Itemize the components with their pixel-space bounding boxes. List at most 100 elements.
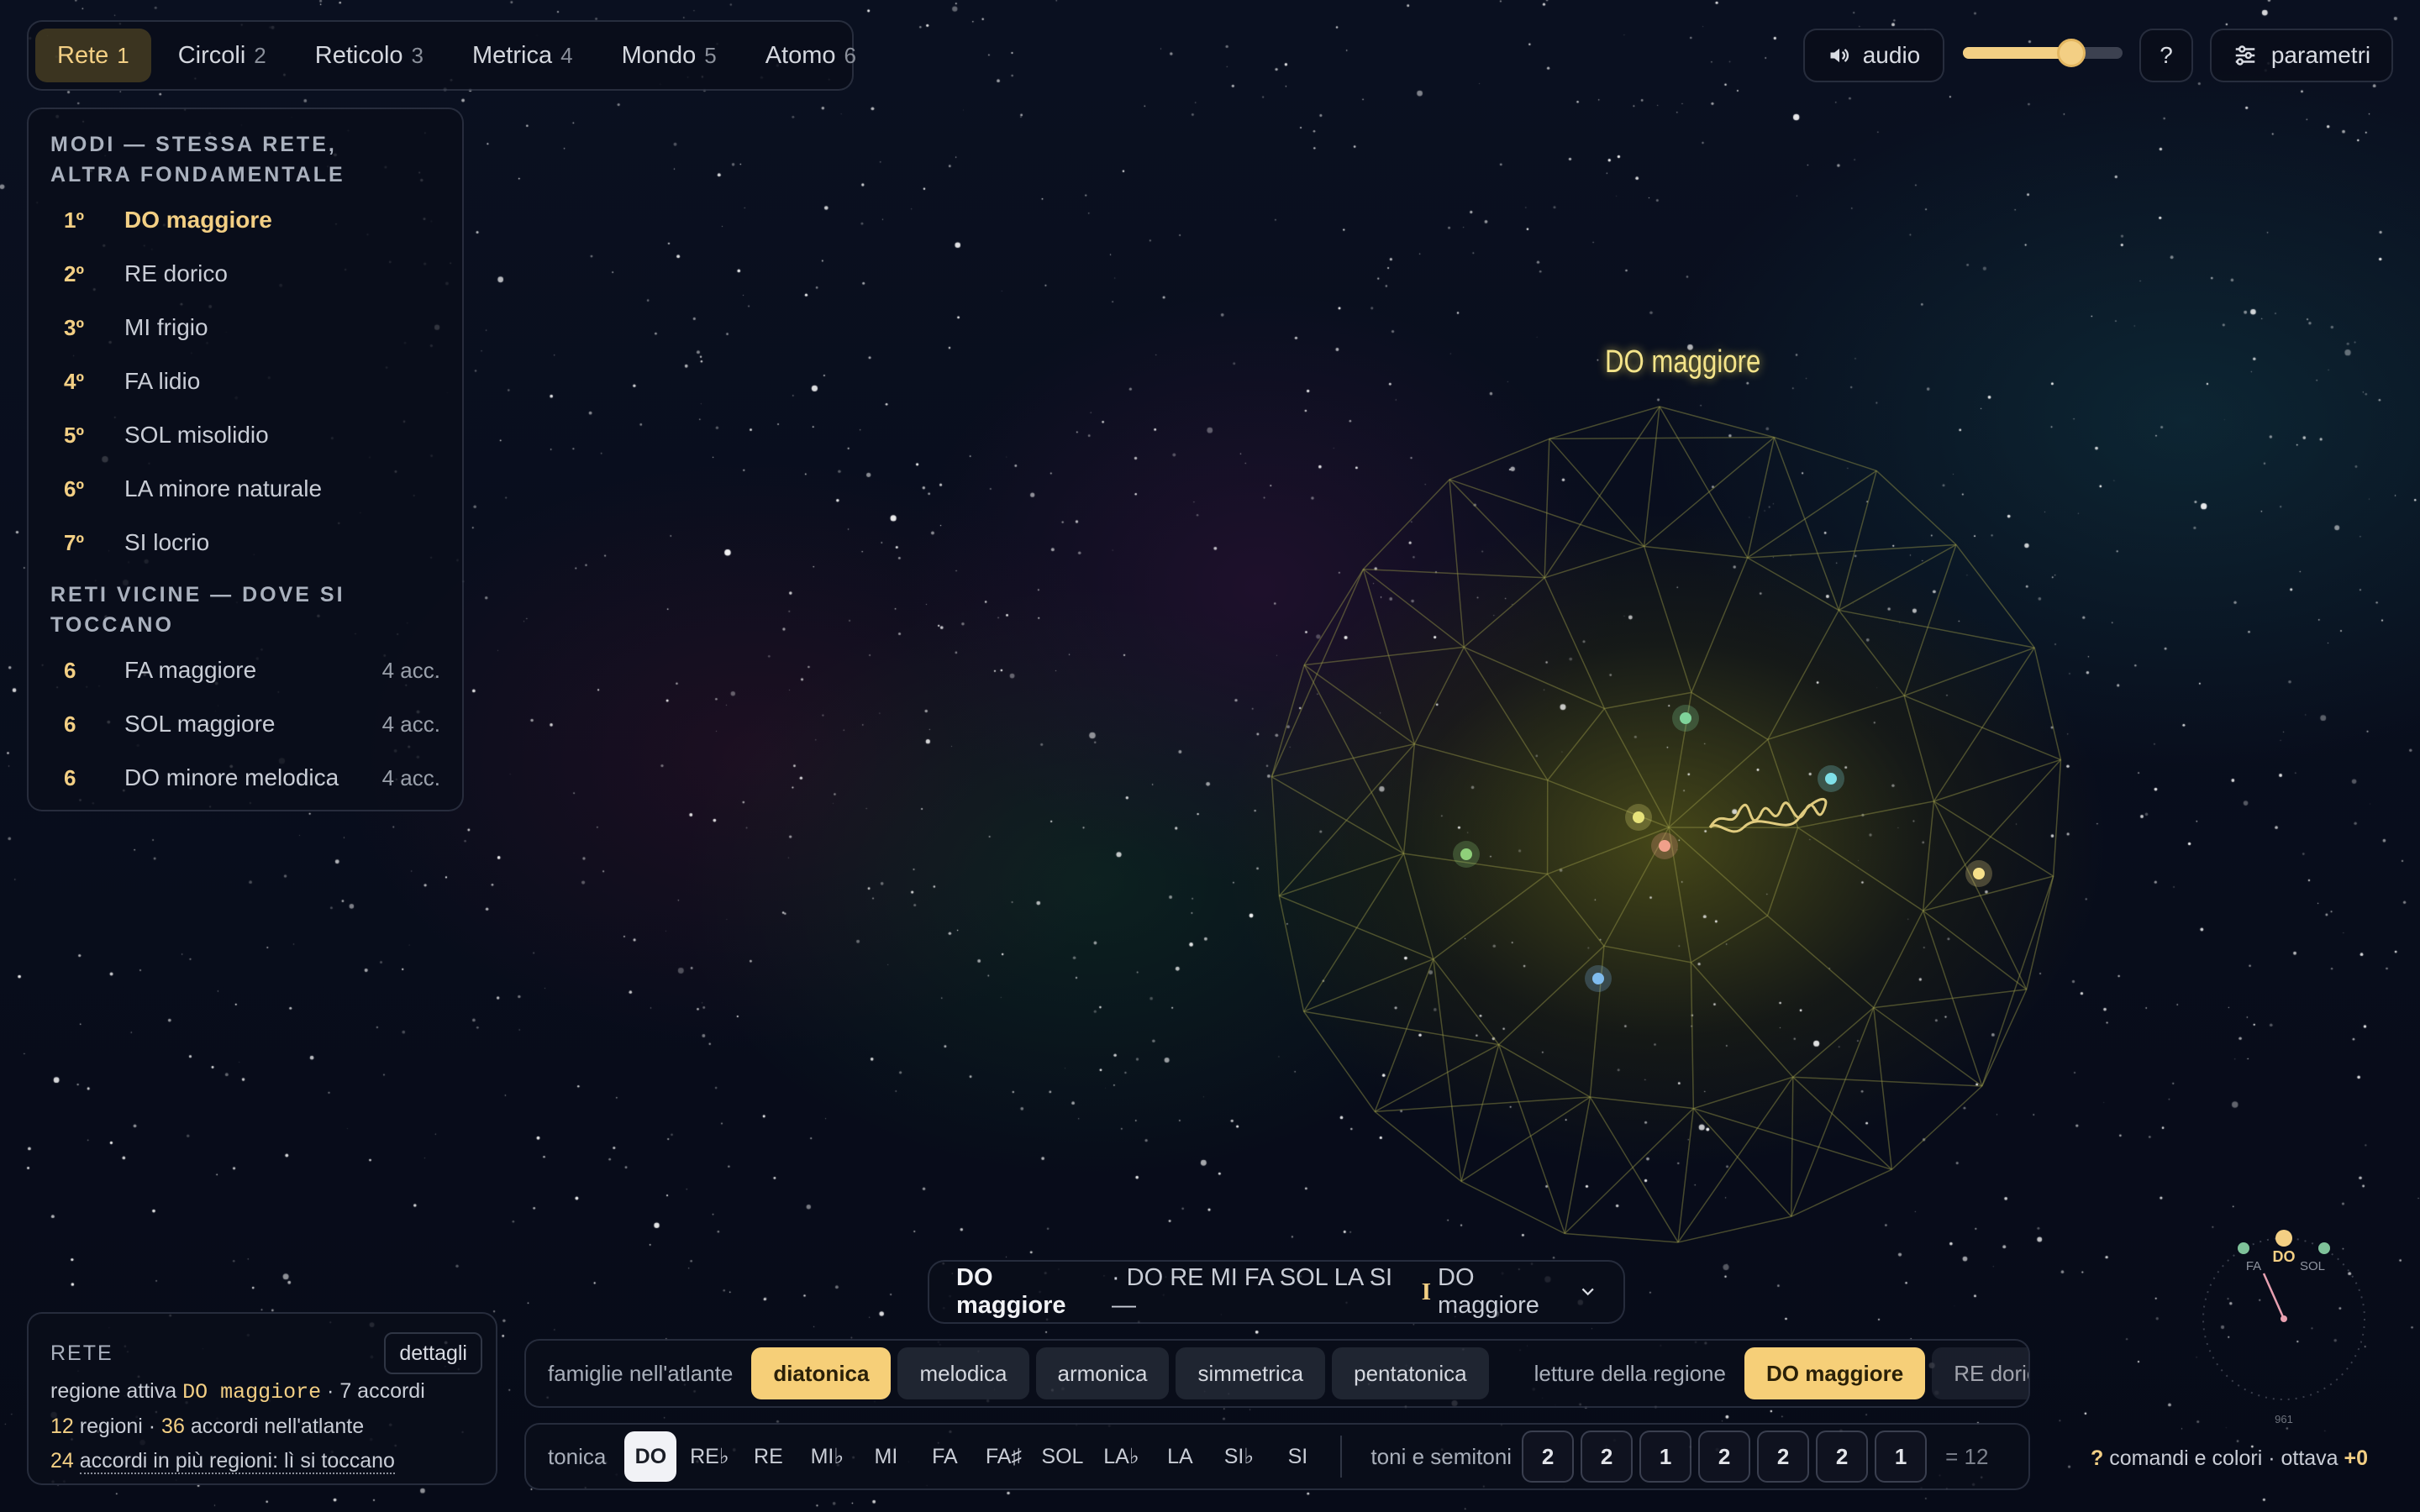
scale-notes: · DO RE MI FA SOL LA SI —: [1111, 1264, 1393, 1319]
neighbor-name: DO minore melodica: [124, 764, 339, 790]
chords-count: 36: [161, 1415, 185, 1438]
chords-text: accordi nell'atlante: [190, 1415, 365, 1438]
network-card-title: RETE: [50, 1341, 113, 1365]
tonic-note-fa[interactable]: FA: [918, 1431, 971, 1482]
modes-panel: MODI — STESSA RETE, ALTRA FONDAMENTALE 1…: [27, 108, 464, 811]
network-info-card: RETE dettagli regione attiva DO maggiore…: [27, 1312, 497, 1485]
chord-node[interactable]: [1825, 773, 1837, 785]
mode-name: RE dorico: [124, 260, 228, 286]
shared-chords-link[interactable]: accordi in più regioni: lì si toccano: [79, 1449, 395, 1474]
compass-node-fa[interactable]: [2238, 1242, 2249, 1254]
mode-name: DO maggiore: [124, 207, 272, 233]
mode-item[interactable]: 6º LA minore naturale: [50, 462, 440, 516]
mode-degree: 2º: [64, 260, 84, 286]
tonic-note-mi[interactable]: MI: [860, 1431, 912, 1482]
parameters-button[interactable]: parametri: [2210, 29, 2393, 82]
tab-key: 1: [117, 42, 129, 68]
shared-chords-line[interactable]: 24 accordi in più regioni: lì si toccano: [50, 1444, 474, 1478]
divider: [1340, 1436, 1343, 1478]
mode-item[interactable]: 1º DO maggiore: [50, 193, 440, 247]
parameters-label: parametri: [2270, 42, 2371, 68]
volume-slider[interactable]: [1963, 39, 2123, 67]
audio-button[interactable]: audio: [1803, 29, 1944, 82]
tonic-note-sib[interactable]: SI♭: [1213, 1431, 1265, 1482]
step-input[interactable]: 1: [1639, 1431, 1692, 1483]
mode-item[interactable]: 7º SI locrio: [50, 516, 440, 570]
neighbor-item[interactable]: 6 FA maggiore 4 acc.: [50, 643, 440, 697]
fifths-compass[interactable]: DO FA SOL 961: [2193, 1226, 2378, 1428]
tonic-note-fas[interactable]: FA♯: [977, 1431, 1029, 1482]
hint-question-mark: ?: [2091, 1446, 2104, 1470]
tab-rete[interactable]: Rete 1: [35, 29, 151, 82]
tonic-note-re[interactable]: RE: [742, 1431, 794, 1482]
neighbor-chord-count: 4 acc.: [381, 711, 440, 737]
tonic-note-si[interactable]: SI: [1271, 1431, 1323, 1482]
family-chip-diatonica[interactable]: diatonica: [751, 1347, 892, 1399]
mode-degree: 3º: [64, 314, 84, 340]
tab-key: 6: [844, 42, 856, 68]
family-chip-pentatonica[interactable]: pentatonica: [1332, 1347, 1489, 1399]
tab-circoli[interactable]: Circoli 2: [156, 29, 288, 82]
mode-item[interactable]: 3º MI frigio: [50, 301, 440, 354]
tab-label: Reticolo: [314, 41, 403, 69]
steps-label: toni e semitoni: [1370, 1443, 1512, 1469]
help-button[interactable]: ?: [2139, 29, 2193, 82]
chord-node[interactable]: [1633, 811, 1644, 823]
compass-node-do[interactable]: [2275, 1230, 2292, 1247]
chord-path-scribble: [1708, 797, 1828, 833]
neighbor-item[interactable]: 6 DO minore melodica 4 acc.: [50, 751, 440, 805]
families-label: famiglie nell'atlante: [548, 1360, 734, 1386]
compass-center-label: DO: [2273, 1248, 2296, 1265]
summary-region: DO maggiore: [1438, 1264, 1539, 1319]
steps-total: = 12: [1945, 1443, 1989, 1469]
active-region-line: regione attiva DO maggiore · 7 accordi: [50, 1374, 474, 1410]
chord-node[interactable]: [1592, 973, 1604, 984]
mode-degree: 1º: [64, 207, 84, 233]
step-input[interactable]: 2: [1757, 1431, 1810, 1483]
tonic-note-reb[interactable]: RE♭: [683, 1431, 735, 1482]
reading-chip-re-dorico[interactable]: RE dorico: [1932, 1347, 2028, 1399]
mode-item[interactable]: 2º RE dorico: [50, 247, 440, 301]
neighbor-item[interactable]: 6 SOL maggiore 4 acc.: [50, 697, 440, 751]
step-input[interactable]: 2: [1698, 1431, 1751, 1483]
step-input[interactable]: 2: [1816, 1431, 1869, 1483]
sliders-icon: [2235, 45, 2255, 66]
shortcuts-hint[interactable]: ? comandi e colori · ottava +0: [2091, 1446, 2368, 1471]
tab-label: Rete: [57, 41, 109, 69]
volume-knob[interactable]: [2057, 39, 2086, 67]
family-chip-armonica[interactable]: armonica: [1035, 1347, 1170, 1399]
tab-label: Atomo: [765, 41, 836, 69]
family-chip-melodica[interactable]: melodica: [897, 1347, 1029, 1399]
tonic-note-mib[interactable]: MI♭: [801, 1431, 853, 1482]
mode-item[interactable]: 4º FA lidio: [50, 354, 440, 408]
tab-mondo[interactable]: Mondo 5: [600, 29, 739, 82]
tonic-bar: tonica DO RE♭ RE MI♭ MI FA FA♯ SOL LA♭ L…: [524, 1423, 2030, 1490]
tonic-note-lab[interactable]: LA♭: [1095, 1431, 1147, 1482]
tonic-note-sol[interactable]: SOL: [1036, 1431, 1088, 1482]
neighbor-shared-count: 6: [64, 764, 76, 790]
neighbor-shared-count: 6: [64, 711, 76, 737]
tonic-note-do[interactable]: DO: [624, 1431, 677, 1482]
tab-reticolo[interactable]: Reticolo 3: [293, 29, 445, 82]
family-chip-simmetrica[interactable]: simmetrica: [1176, 1347, 1326, 1399]
scale-summary-pill[interactable]: DO maggiore · DO RE MI FA SOL LA SI — I …: [928, 1260, 1625, 1324]
chevron-down-icon[interactable]: [1579, 1283, 1597, 1301]
chord-node[interactable]: [1659, 840, 1670, 852]
step-input[interactable]: 2: [1581, 1431, 1634, 1483]
step-input[interactable]: 1: [1875, 1431, 1928, 1483]
step-input[interactable]: 2: [1522, 1431, 1575, 1483]
mode-item[interactable]: 5º SOL misolidio: [50, 408, 440, 462]
help-label: ?: [2160, 42, 2173, 68]
tab-key: 4: [560, 42, 573, 68]
chord-node[interactable]: [1680, 712, 1691, 724]
compass-node-sol[interactable]: [2318, 1242, 2330, 1254]
audio-label: audio: [1862, 42, 1921, 68]
tab-metrica[interactable]: Metrica 4: [450, 29, 595, 82]
tonic-note-la[interactable]: LA: [1154, 1431, 1206, 1482]
details-button[interactable]: dettagli: [384, 1332, 482, 1374]
reading-chip-do-maggiore[interactable]: DO maggiore: [1744, 1347, 1926, 1399]
chord-node[interactable]: [1460, 848, 1472, 860]
chord-node[interactable]: [1973, 868, 1985, 879]
tab-atomo[interactable]: Atomo 6: [744, 29, 878, 82]
tab-key: 5: [704, 42, 717, 68]
